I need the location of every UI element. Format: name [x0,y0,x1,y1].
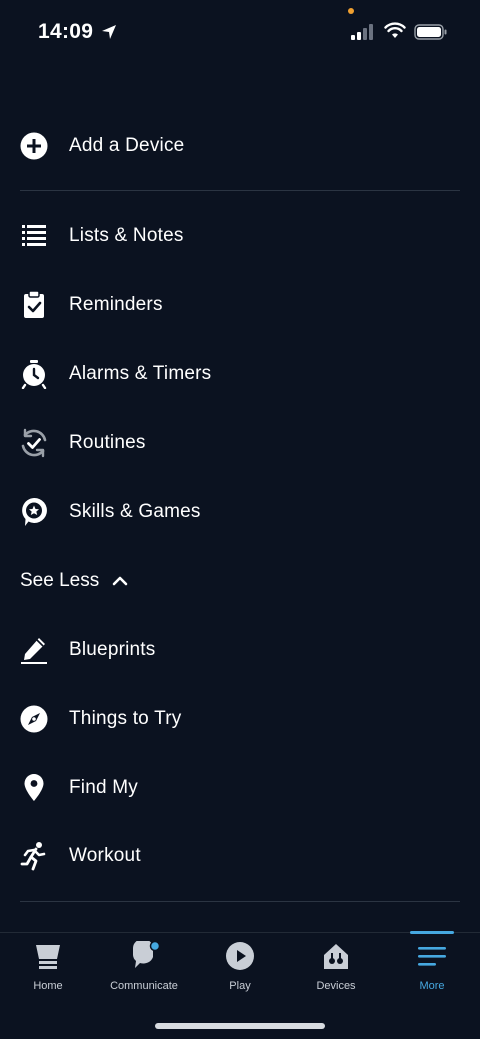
menu-item-alarms-timers[interactable]: Alarms & Timers [0,344,480,404]
battery-icon [414,24,447,40]
tab-communicate[interactable]: Communicate [96,933,192,1003]
tab-play[interactable]: Play [192,933,288,1003]
app-screen: 14:09 Add a Device Lists & Notes Reminde… [0,0,480,1039]
tab-label: Home [33,980,63,992]
add-circle-icon [18,130,50,162]
menu-item-routines[interactable]: Routines [0,413,480,473]
menu-item-add-device[interactable]: Add a Device [0,116,480,176]
clipboard-check-icon [18,289,50,321]
tab-label: Devices [316,980,356,992]
menu-label-lists-notes: Lists & Notes [69,225,184,246]
cellular-signal-icon [351,24,373,40]
divider [20,190,460,191]
see-less-toggle[interactable]: See Less [20,566,129,596]
menu-label-routines: Routines [69,432,146,453]
menu-label-alarms-timers: Alarms & Timers [69,363,212,384]
menu-item-find-my[interactable]: Find My [0,758,480,818]
routines-icon [18,427,50,459]
pencil-icon [18,634,50,666]
menu-label-add-device: Add a Device [69,135,185,156]
play-icon [226,942,254,970]
home-icon [36,945,60,969]
chevron-up-icon [112,576,128,586]
menu-item-blueprints[interactable]: Blueprints [0,620,480,680]
menu-icon [418,947,446,966]
map-pin-icon [18,772,50,804]
divider [20,901,460,902]
status-bar: 14:09 [0,0,480,60]
privacy-indicator-dot [348,8,354,14]
menu-item-skills-games[interactable]: Skills & Games [0,482,480,542]
list-icon [18,220,50,252]
running-person-icon [18,840,50,872]
menu-item-things-to-try[interactable]: Things to Try [0,689,480,749]
status-time: 14:09 [38,20,94,43]
menu-label-blueprints: Blueprints [69,639,156,660]
menu-label-skills-games: Skills & Games [69,501,201,522]
tab-home[interactable]: Home [0,933,96,1003]
chat-icon [133,941,159,968]
tab-more[interactable]: More [384,933,480,1003]
tab-label: Communicate [110,980,178,992]
skills-badge-icon [18,496,50,528]
menu-label-workout: Workout [69,845,141,866]
see-less-label: See Less [20,570,100,591]
wifi-icon [384,22,406,38]
tab-label: Play [229,980,251,992]
menu-label-reminders: Reminders [69,294,163,315]
devices-icon [324,944,348,969]
menu-item-reminders[interactable]: Reminders [0,275,480,335]
alarm-clock-icon [18,358,50,390]
menu-item-workout[interactable]: Workout [0,826,480,886]
location-arrow-icon [102,25,116,39]
menu-item-lists-notes[interactable]: Lists & Notes [0,206,480,266]
home-indicator[interactable] [155,1023,325,1029]
tab-label: More [419,980,445,992]
menu-label-find-my: Find My [69,777,138,798]
tab-devices[interactable]: Devices [288,933,384,1003]
menu-label-things-to-try: Things to Try [69,708,182,729]
compass-icon [18,703,50,735]
